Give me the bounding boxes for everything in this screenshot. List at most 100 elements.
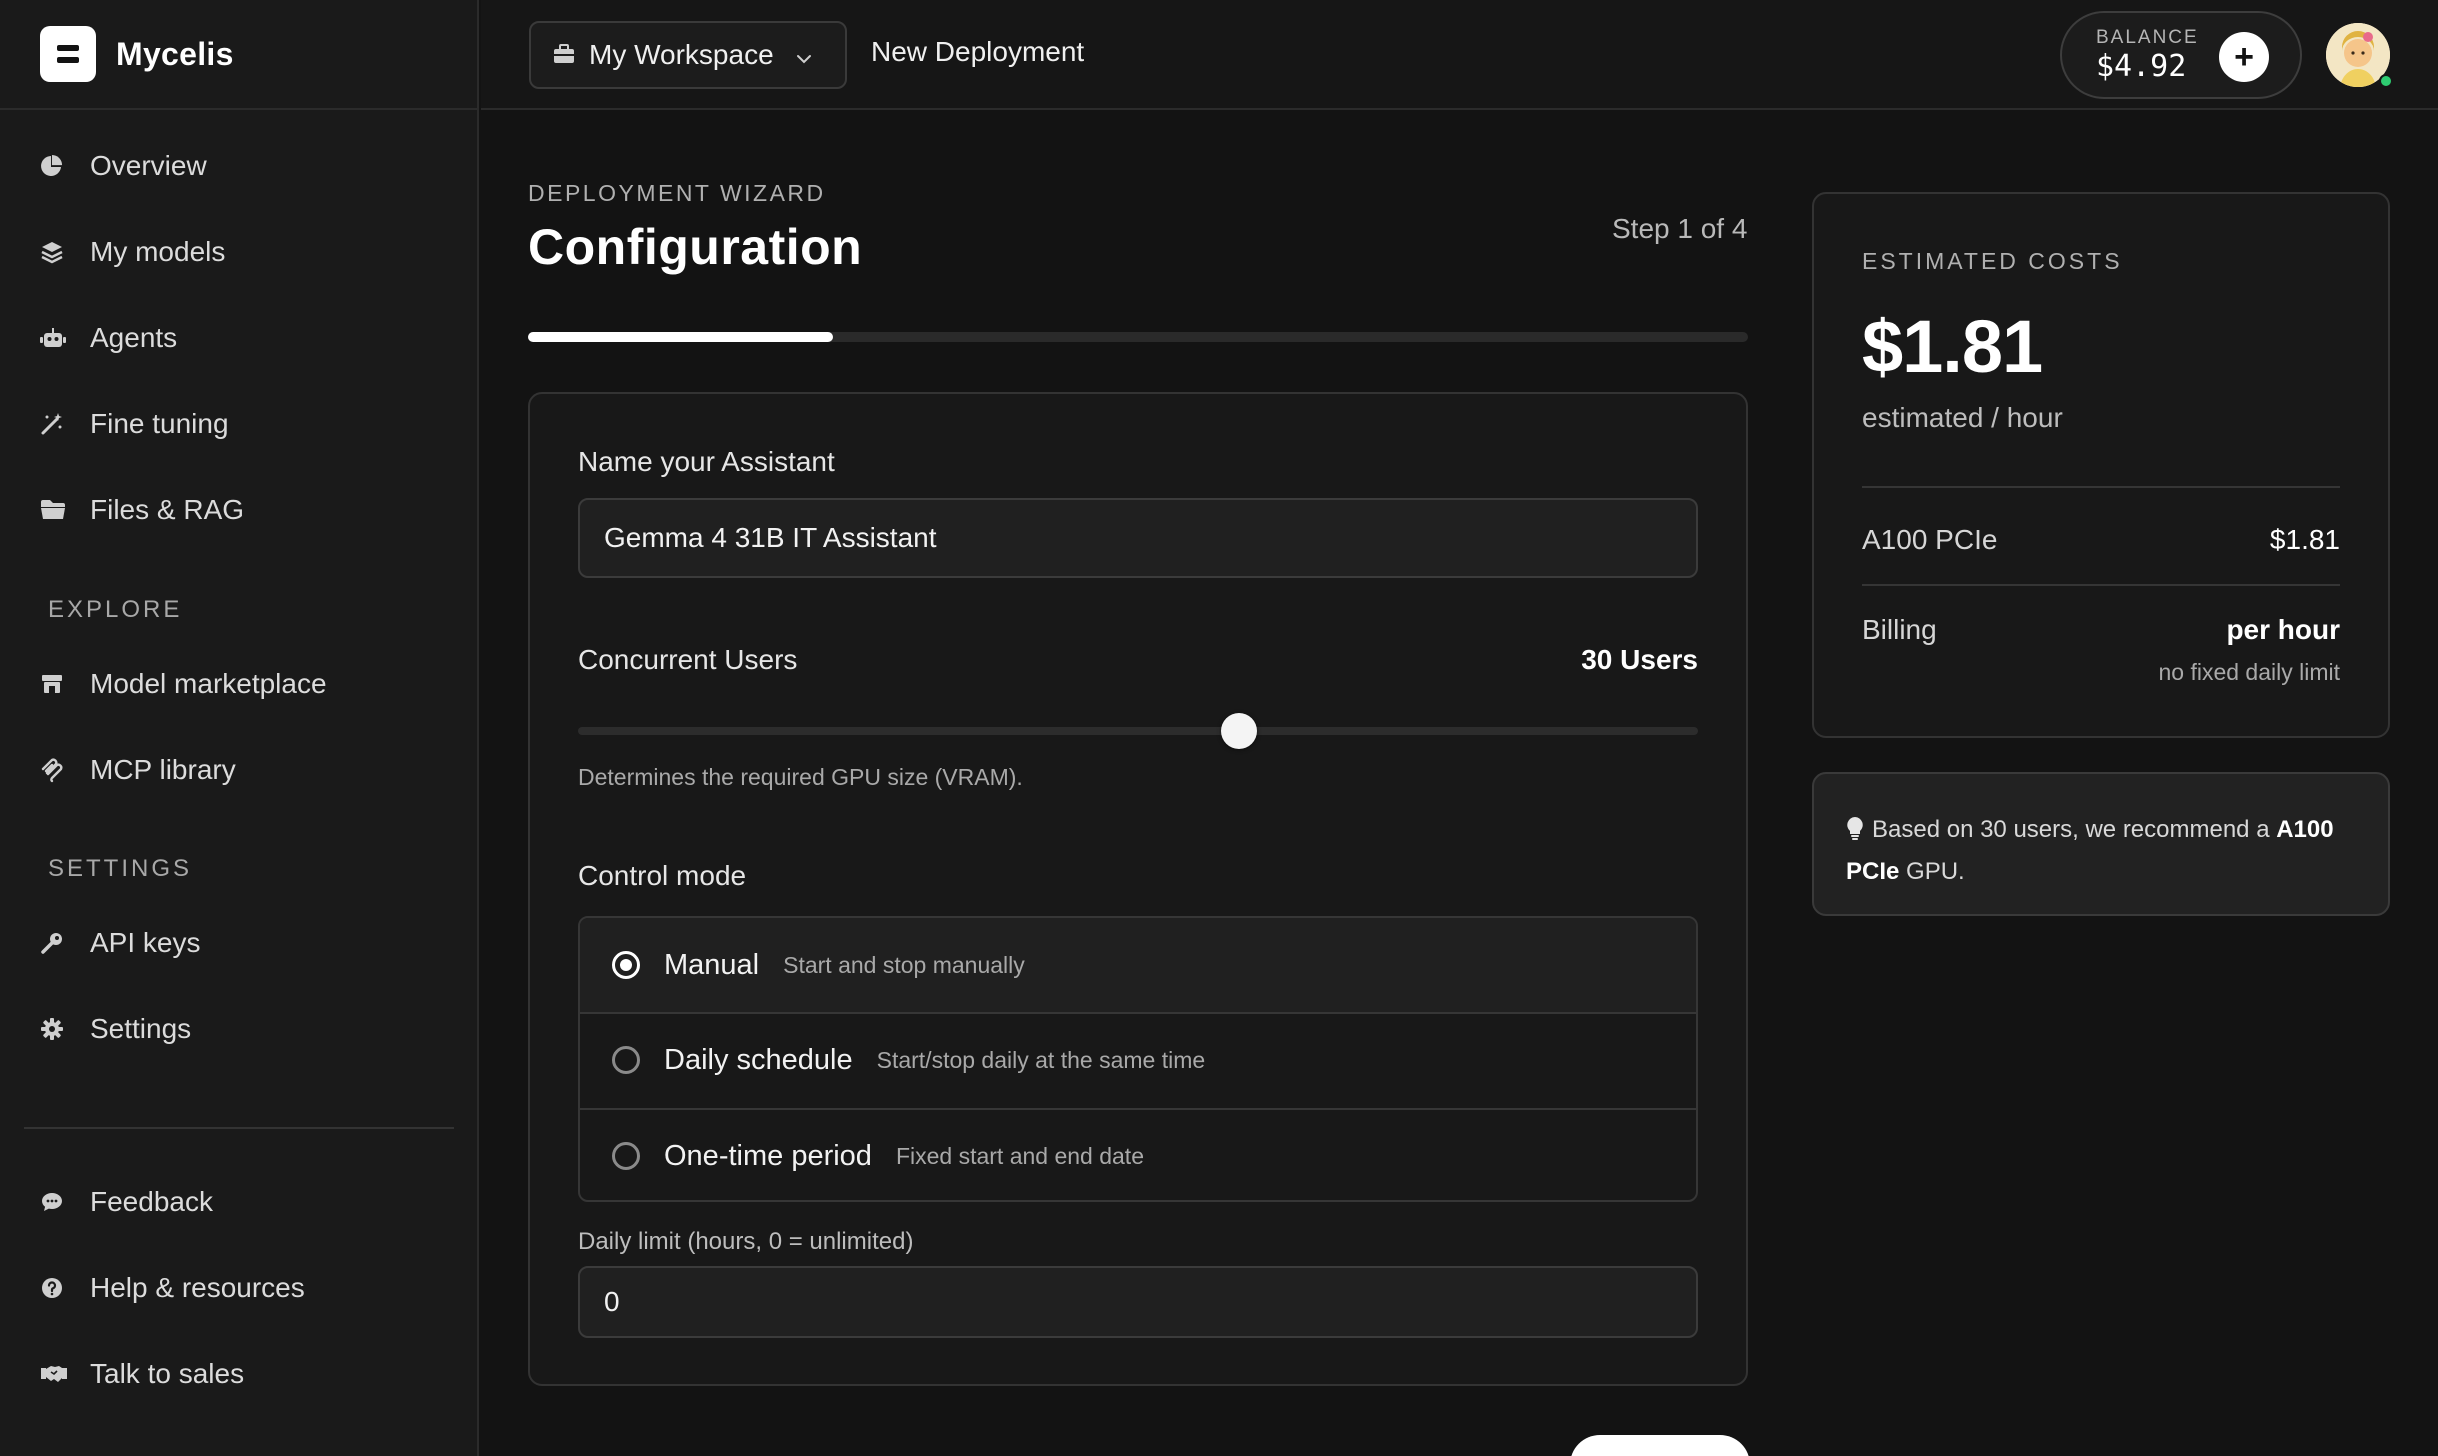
key-icon: [40, 931, 90, 955]
sidebar-item-feedback[interactable]: Feedback: [40, 1174, 213, 1230]
sidebar-item-label: MCP library: [90, 754, 236, 785]
add-funds-button[interactable]: +: [2219, 32, 2269, 82]
chat-bubble-icon: [40, 1190, 90, 1214]
divider: [1862, 486, 2340, 488]
billing-note: no fixed daily limit: [2158, 659, 2340, 685]
control-mode-manual[interactable]: Manual Start and stop manually: [580, 918, 1696, 1012]
sidebar-item-mcp-library[interactable]: MCP library: [40, 742, 236, 798]
option-title: Manual: [664, 948, 760, 981]
sidebar-item-label: Help & resources: [90, 1272, 305, 1303]
billing-label: Billing: [1862, 614, 1937, 645]
control-mode-options: Manual Start and stop manually Daily sch…: [578, 916, 1698, 1202]
option-description: Start and stop manually: [783, 951, 1025, 978]
control-mode-daily-schedule[interactable]: Daily schedule Start/stop daily at the s…: [580, 1012, 1696, 1106]
online-status-indicator: [2379, 74, 2393, 88]
sidebar-item-label: API keys: [90, 927, 201, 958]
mcp-icon: [40, 757, 90, 783]
concurrent-users-label: Concurrent Users: [578, 644, 798, 675]
billing-value: per hour: [2226, 614, 2340, 645]
radio-unselected-icon[interactable]: [612, 1046, 640, 1074]
briefcase-icon: [553, 39, 575, 71]
wizard-progress-bar: [528, 332, 1748, 342]
page-title: Configuration: [528, 219, 863, 275]
daily-limit-input[interactable]: [578, 1266, 1698, 1338]
radio-unselected-icon[interactable]: [612, 1142, 640, 1170]
assistant-name-label: Name your Assistant: [578, 446, 835, 477]
wizard-eyebrow: DEPLOYMENT WIZARD: [528, 180, 826, 206]
sidebar-item-label: Files & RAG: [90, 494, 245, 525]
sidebar-item-agents[interactable]: Agents: [40, 310, 177, 366]
layers-icon: [40, 240, 90, 264]
balance-widget: BALANCE $4.92 +: [2060, 11, 2302, 99]
assistant-name-input[interactable]: [578, 498, 1698, 578]
estimated-costs-card: ESTIMATED COSTS $1.81 estimated / hour A…: [1812, 192, 2390, 738]
sidebar-item-label: Talk to sales: [90, 1358, 245, 1389]
cost-period: estimated / hour: [1862, 402, 2063, 433]
sidebar-item-api-keys[interactable]: API keys: [40, 915, 200, 971]
sidebar-item-help-resources[interactable]: Help & resources: [40, 1260, 305, 1316]
balance-caption: BALANCE: [2096, 27, 2199, 48]
daily-limit-label: Daily limit (hours, 0 = unlimited): [578, 1228, 914, 1255]
sidebar-item-label: Feedback: [90, 1186, 213, 1217]
sidebar-item-label: Overview: [90, 150, 207, 181]
configuration-form: Name your Assistant Concurrent Users 30 …: [528, 392, 1748, 1386]
sidebar: Mycelis Overview My models Agents Fine t…: [0, 0, 479, 1456]
sidebar-item-my-models[interactable]: My models: [40, 224, 225, 280]
radio-selected-icon[interactable]: [612, 951, 640, 979]
option-title: One-time period: [664, 1139, 872, 1172]
top-bar: My Workspace New Deployment BALANCE $4.9…: [481, 0, 2438, 110]
robot-icon: [40, 326, 90, 350]
store-icon: [40, 672, 90, 696]
workspace-selector[interactable]: My Workspace: [529, 21, 847, 89]
option-title: Daily schedule: [664, 1043, 853, 1076]
option-description: Fixed start and end date: [895, 1142, 1144, 1169]
breadcrumb-current: New Deployment: [871, 36, 1085, 67]
app-root: Mycelis Overview My models Agents Fine t…: [0, 0, 2438, 1456]
sidebar-item-fine-tuning[interactable]: Fine tuning: [40, 396, 229, 452]
brand-logo-icon: [40, 26, 96, 82]
sidebar-item-overview[interactable]: Overview: [40, 138, 207, 194]
wizard-progress-fill: [528, 332, 833, 342]
sidebar-item-label: Agents: [90, 322, 178, 353]
sidebar-item-label: Model marketplace: [90, 668, 327, 699]
lightbulb-icon: [1846, 813, 1864, 852]
recommendation-prefix: Based on 30 users, we recommend a: [1872, 816, 2277, 843]
next-step-button[interactable]: [1570, 1435, 1750, 1456]
sidebar-divider: [24, 1127, 454, 1129]
help-circle-icon: [40, 1276, 90, 1300]
divider: [1862, 584, 2340, 586]
settings-heading: SETTINGS: [48, 855, 193, 882]
pie-chart-icon: [40, 154, 90, 178]
cost-amount: $1.81: [1862, 305, 2043, 388]
option-description: Start/stop daily at the same time: [876, 1046, 1206, 1073]
step-indicator: Step 1 of 4: [1612, 213, 1748, 244]
slider-thumb[interactable]: [1220, 713, 1257, 749]
gpu-price: $1.81: [2269, 524, 2340, 555]
sidebar-item-label: Fine tuning: [90, 408, 229, 439]
concurrent-users-value: 30 Users: [1581, 644, 1698, 675]
chevron-down-icon: [796, 39, 812, 71]
folder-icon: [40, 499, 90, 521]
gpu-label: A100 PCIe: [1862, 524, 1998, 555]
sidebar-item-files-rag[interactable]: Files & RAG: [40, 482, 244, 538]
recommendation-suffix: GPU.: [1899, 858, 1965, 885]
gpu-recommendation: Based on 30 users, we recommend a A100 P…: [1812, 772, 2390, 916]
brand[interactable]: Mycelis: [0, 0, 477, 110]
workspace-label: My Workspace: [589, 39, 774, 70]
explore-heading: EXPLORE: [48, 596, 183, 623]
control-mode-one-time-period[interactable]: One-time period Fixed start and end date: [580, 1108, 1696, 1200]
sidebar-item-talk-to-sales[interactable]: Talk to sales: [40, 1346, 244, 1402]
sidebar-item-label: My models: [90, 236, 226, 267]
brand-name: Mycelis: [116, 35, 234, 72]
sidebar-item-model-marketplace[interactable]: Model marketplace: [40, 656, 327, 712]
handshake-icon: [40, 1363, 90, 1385]
magic-wand-icon: [40, 412, 90, 436]
concurrent-users-help: Determines the required GPU size (VRAM).: [578, 764, 1023, 790]
control-mode-label: Control mode: [578, 860, 747, 891]
concurrent-users-slider[interactable]: [578, 713, 1698, 749]
sidebar-item-settings[interactable]: Settings: [40, 1001, 191, 1057]
balance-value: $4.92: [2096, 49, 2187, 84]
sidebar-item-label: Settings: [90, 1013, 192, 1044]
costs-caption: ESTIMATED COSTS: [1862, 248, 2123, 274]
gear-icon: [40, 1017, 90, 1041]
